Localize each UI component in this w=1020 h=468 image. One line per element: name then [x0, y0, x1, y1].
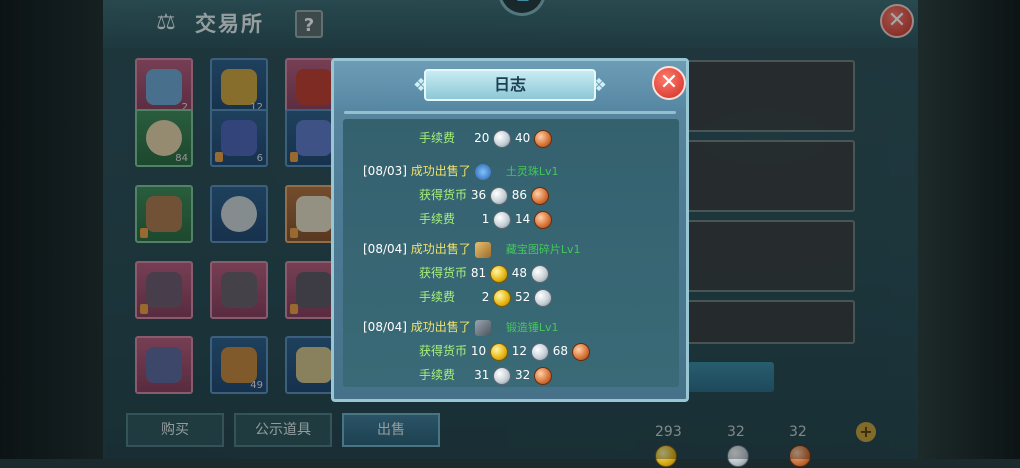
fee-gold-amount: 2 [481, 290, 490, 304]
log-gain-row: 获得货币 81 48 [419, 263, 549, 283]
silver-coin-icon [493, 366, 512, 385]
gain-label: 获得货币 [419, 266, 468, 280]
fee-silver-amount: 20 [474, 131, 490, 145]
spirit-orb-icon [474, 163, 491, 180]
fee-copper-amount: 32 [515, 368, 531, 382]
silver-coin-icon [534, 288, 553, 307]
copper-coin-icon [534, 366, 553, 385]
fee-silver-amount: 52 [515, 290, 531, 304]
gain-silver-amount: 12 [511, 344, 528, 358]
fee-label: 手续费 [419, 131, 456, 145]
gain-silver-amount: 36 [470, 188, 487, 202]
fee-copper-amount: 14 [515, 212, 531, 226]
log-entry-header: [08/04] 成功出售了 藏宝图碎片Lv1 [363, 239, 581, 259]
entry-date: [08/04] [363, 242, 407, 256]
copper-coin-icon [571, 342, 590, 361]
log-gain-row: 获得货币 10 12 68 [419, 341, 590, 361]
fee-label: 手续费 [419, 212, 456, 226]
log-title: 日志 [493, 75, 526, 94]
log-gain-row: 获得货币 36 86 [419, 185, 549, 205]
entry-date: [08/03] [363, 164, 407, 178]
entry-item-name: 藏宝图碎片Lv1 [505, 243, 581, 256]
log-title-plate: 日志 [424, 69, 596, 101]
copper-coin-icon [534, 129, 553, 148]
silver-coin-icon [489, 186, 508, 205]
fee-silver-amount: 1 [481, 212, 490, 226]
copper-coin-icon [534, 210, 553, 229]
gain-silver-amount: 48 [511, 266, 528, 280]
gain-gold-amount: 10 [470, 344, 487, 358]
gain-copper-amount: 68 [552, 344, 568, 358]
entry-item-name: 土灵珠Lv1 [505, 165, 559, 178]
log-divider [344, 111, 676, 114]
log-close-button[interactable]: ✕ [652, 66, 686, 100]
treasure-map-icon [474, 241, 491, 258]
fee-label: 手续费 [419, 290, 456, 304]
hammer-icon [474, 319, 491, 336]
fee-label: 手续费 [419, 368, 456, 382]
sold-label: 成功出售了 [410, 164, 471, 178]
log-fee-row: 手续费 2 52 [419, 287, 553, 307]
silver-coin-icon [530, 342, 549, 361]
log-entry-header: [08/03] 成功出售了 土灵珠Lv1 [363, 161, 559, 181]
gain-label: 获得货币 [419, 188, 468, 202]
gain-label: 获得货币 [419, 344, 468, 358]
silver-coin-icon [530, 264, 549, 283]
log-dialog: ❖ ❖ 日志 ✕ 手续费 20 40 [08/03] 成功出售了 土灵珠Lv1 … [331, 58, 689, 402]
entry-item-name: 锻造锤Lv1 [505, 321, 559, 334]
log-fee-row: 手续费 20 40 [419, 128, 553, 148]
gold-coin-icon [493, 288, 512, 307]
gold-coin-icon [489, 264, 508, 283]
log-list[interactable]: 手续费 20 40 [08/03] 成功出售了 土灵珠Lv1 获得货币 36 8… [343, 119, 679, 387]
fee-copper-amount: 40 [515, 131, 531, 145]
copper-coin-icon [530, 186, 549, 205]
entry-date: [08/04] [363, 320, 407, 334]
silver-coin-icon [493, 129, 512, 148]
log-entry-header: [08/04] 成功出售了 锻造锤Lv1 [363, 317, 559, 337]
gain-gold-amount: 81 [470, 266, 487, 280]
log-fee-row: 手续费 1 14 [419, 209, 553, 229]
gold-coin-icon [489, 342, 508, 361]
gain-copper-amount: 86 [511, 188, 528, 202]
sold-label: 成功出售了 [410, 242, 471, 256]
sold-label: 成功出售了 [410, 320, 471, 334]
log-fee-row: 手续费 31 32 [419, 365, 553, 385]
silver-coin-icon [493, 210, 512, 229]
fee-silver-amount: 31 [474, 368, 490, 382]
